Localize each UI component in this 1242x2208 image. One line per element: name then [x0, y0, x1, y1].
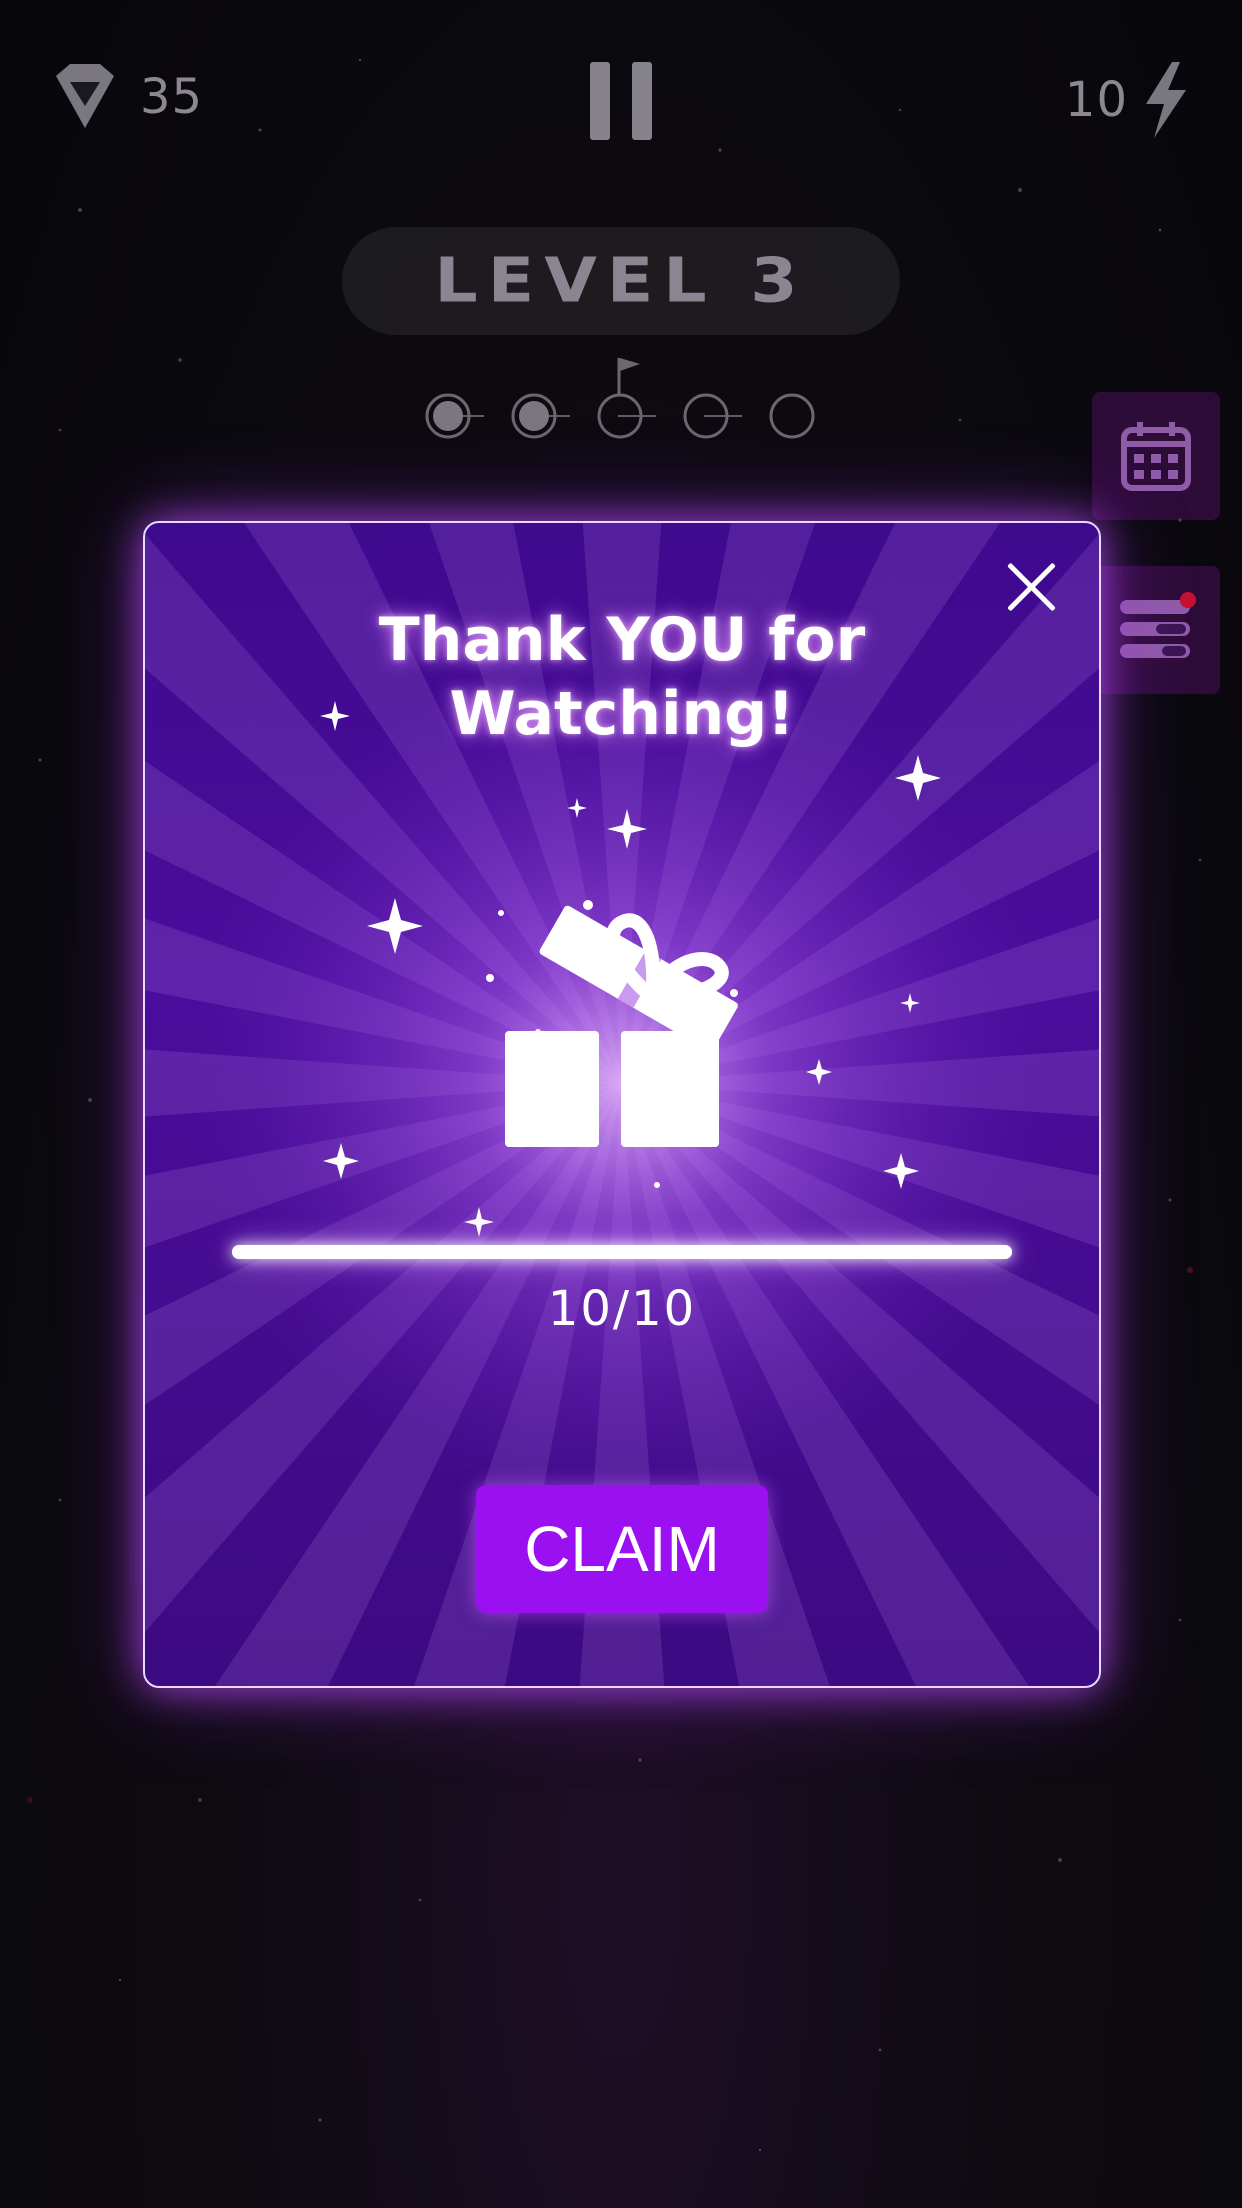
- pause-icon: [590, 62, 610, 140]
- progress-bar-fill: [232, 1245, 1012, 1259]
- flag-icon: [617, 358, 640, 394]
- pause-button[interactable]: [590, 62, 652, 140]
- gift-icon: [505, 905, 738, 1147]
- level-indicator: LEVEL 3: [342, 227, 900, 335]
- stage-progress: [425, 393, 815, 439]
- energy-counter: 10: [1065, 62, 1190, 138]
- dialog-title: Thank YOU for Watching!: [145, 603, 1099, 751]
- level-label: LEVEL 3: [434, 245, 808, 317]
- title-line-1: Thank YOU for: [378, 605, 866, 675]
- stage-dot-5: [769, 393, 815, 439]
- gem-count: 35: [140, 69, 204, 125]
- claim-button[interactable]: CLAIM: [476, 1485, 768, 1613]
- energy-count: 10: [1064, 72, 1128, 128]
- diamond-icon: [56, 64, 114, 128]
- calendar-icon: [1121, 422, 1191, 491]
- lightning-icon: [1146, 62, 1186, 138]
- title-line-2: Watching!: [449, 679, 795, 749]
- progress-bar: [232, 1245, 1012, 1259]
- tasks-button[interactable]: [1092, 566, 1220, 694]
- calendar-button[interactable]: [1092, 392, 1220, 520]
- reward-dialog: Thank YOU for Watching! 10/10 CLAIM: [143, 521, 1101, 1688]
- tasks-list-icon: [1120, 592, 1196, 658]
- progress-count: 10/10: [547, 1281, 697, 1337]
- gem-counter: 35: [48, 62, 203, 132]
- notification-dot: [1180, 592, 1196, 608]
